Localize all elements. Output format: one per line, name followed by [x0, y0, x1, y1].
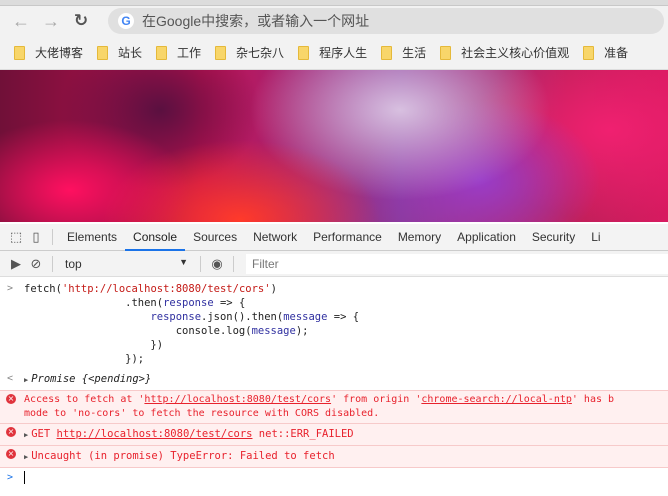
navigation-bar: ← → ↻ G 在Google中搜索，或者输入一个网址	[0, 6, 668, 36]
bookmark-folder[interactable]: 生活	[381, 44, 426, 61]
bookmark-label: 准备	[604, 46, 629, 60]
filter-input[interactable]: Filter	[246, 253, 668, 274]
omnibox[interactable]: G 在Google中搜索，或者输入一个网址	[108, 8, 664, 34]
console-toolbar: ▶ ⊘ top ▼ ◉ Filter	[0, 251, 668, 277]
folder-icon	[381, 45, 393, 60]
bookmark-folder[interactable]: 杂七杂八	[215, 44, 284, 61]
error-icon: ×	[6, 394, 16, 404]
folder-icon	[14, 45, 25, 60]
bookmarks-bar: 大佬博客 站长 工作 杂七杂八 程序人生 生活 社会主义核心价值观 准备	[0, 36, 668, 70]
google-icon: G	[118, 13, 134, 29]
device-toolbar-icon[interactable]: ▯	[26, 227, 46, 247]
tab-application[interactable]: Application	[449, 224, 524, 251]
divider	[52, 229, 53, 245]
prompt-chevron-icon: >	[7, 472, 14, 483]
clear-console-icon[interactable]: ⊘	[26, 254, 46, 274]
result-arrow-icon: <	[7, 373, 14, 384]
divider	[233, 255, 234, 272]
tab-console[interactable]: Console	[125, 224, 186, 251]
console-input-line: > fetch('http://localhost:8080/test/cors'…	[7, 283, 277, 295]
dropdown-arrow-icon: ▼	[179, 256, 188, 267]
console-input-line: });	[24, 353, 145, 365]
inspect-element-icon[interactable]: ⬚	[6, 227, 26, 247]
tab-sources[interactable]: Sources	[185, 224, 245, 251]
folder-icon	[440, 45, 452, 60]
console-input-line: response.json().then(message => {	[150, 311, 360, 323]
bookmark-folder[interactable]: 站长	[97, 44, 142, 61]
tab-performance[interactable]: Performance	[305, 224, 390, 251]
bookmark-folder[interactable]: 程序人生	[298, 44, 367, 61]
input-chevron-icon: >	[7, 283, 14, 294]
tab-lighthouse[interactable]: Li	[583, 224, 600, 251]
folder-icon	[97, 45, 109, 60]
bookmark-folder[interactable]: 准备	[583, 44, 628, 61]
forward-button[interactable]: →	[36, 11, 66, 32]
console-result[interactable]: < ▶ Promise {<pending>}	[0, 372, 668, 386]
error-link[interactable]: http://localhost:8080/test/cors	[144, 394, 331, 405]
console-input-line: })	[24, 339, 164, 351]
bookmark-label: 杂七杂八	[236, 46, 285, 60]
bookmark-label: 生活	[402, 46, 427, 60]
omnibox-placeholder: 在Google中搜索，或者输入一个网址	[142, 13, 370, 29]
bookmark-folder[interactable]: 社会主义核心价值观	[440, 44, 569, 61]
divider	[52, 255, 53, 272]
console-prompt[interactable]: >	[0, 471, 668, 485]
error-message-uncaught[interactable]: × ▶ Uncaught (in promise) TypeError: Faile…	[0, 445, 668, 468]
sidebar-toggle-icon[interactable]: ▶	[6, 254, 26, 274]
error-link[interactable]: http://localhost:8080/test/cors	[57, 428, 253, 440]
expand-triangle-icon[interactable]: ▶	[24, 431, 28, 439]
back-button[interactable]: ←	[6, 11, 36, 32]
page-background-image	[0, 70, 668, 222]
expand-triangle-icon[interactable]: ▶	[24, 376, 28, 384]
bookmark-folder[interactable]: 大佬博客	[14, 44, 83, 61]
error-message-get[interactable]: × ▶ GET http://localhost:8080/test/cors ne…	[0, 423, 668, 445]
tab-security[interactable]: Security	[524, 224, 583, 251]
folder-icon	[298, 45, 310, 60]
bookmark-label: 社会主义核心价值观	[461, 46, 570, 60]
bookmark-label: 站长	[118, 46, 143, 60]
live-expression-eye-icon[interactable]: ◉	[207, 254, 227, 274]
folder-icon	[583, 45, 595, 60]
folder-icon	[215, 45, 227, 60]
bookmark-label: 工作	[177, 46, 202, 60]
reload-button[interactable]: ↻	[66, 11, 96, 31]
bookmark-label: 大佬博客	[35, 46, 84, 60]
console-input-line: console.log(message);	[24, 325, 309, 337]
divider	[200, 255, 201, 272]
tab-memory[interactable]: Memory	[390, 224, 449, 251]
error-icon: ×	[6, 427, 16, 437]
bookmark-folder[interactable]: 工作	[156, 44, 201, 61]
context-selector[interactable]: top ▼	[59, 257, 194, 271]
console-output: > fetch('http://localhost:8080/test/cors'…	[0, 278, 668, 485]
error-message-cors: × Access to fetch at 'http://localhost:80…	[0, 390, 668, 423]
tab-elements[interactable]: Elements	[59, 224, 125, 251]
expand-triangle-icon[interactable]: ▶	[24, 453, 28, 461]
bookmark-label: 程序人生	[319, 46, 368, 60]
devtools-tab-bar: ⬚ ▯ Elements Console Sources Network Per…	[0, 224, 668, 251]
console-input-line: .then(response => {	[24, 297, 246, 309]
error-icon: ×	[6, 449, 16, 459]
context-value: top	[65, 256, 82, 271]
folder-icon	[156, 45, 168, 60]
tab-network[interactable]: Network	[245, 224, 305, 251]
